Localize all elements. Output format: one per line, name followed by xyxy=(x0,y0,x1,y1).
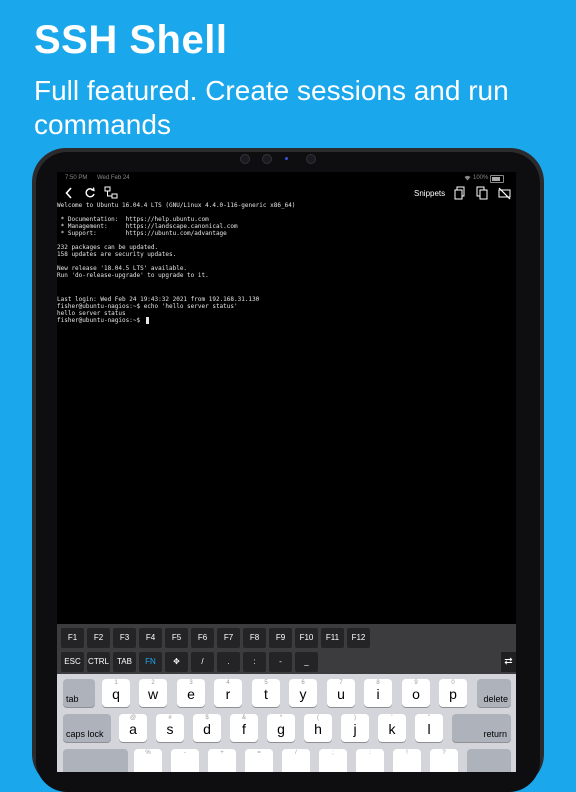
a-key[interactable]: @ a xyxy=(119,714,147,742)
camera-icon xyxy=(306,154,316,164)
terminal-line: * Management: https://landscape.canonica… xyxy=(57,223,238,230)
f10-key[interactable]: F10 xyxy=(295,628,318,648)
status-date: Wed Feb 24 xyxy=(97,175,130,181)
terminal-line: 158 updates are security updates. xyxy=(57,251,177,258)
f4-key[interactable]: F4 xyxy=(139,628,162,648)
caps-lock-key[interactable]: caps lock xyxy=(63,714,111,742)
d-key[interactable]: $ d xyxy=(193,714,221,742)
r-key[interactable]: 4r xyxy=(214,679,242,707)
terminal-line: Last login: Wed Feb 24 19:43:32 2021 fro… xyxy=(57,296,260,303)
w-key[interactable]: 2w xyxy=(139,679,167,707)
camera-icon xyxy=(240,154,250,164)
promo-subhead: Full featured. Create sessions and run c… xyxy=(34,75,509,140)
swap-keys-icon[interactable]: ⇄ xyxy=(501,652,516,672)
k-key[interactable]: ' k xyxy=(378,714,406,742)
keyboard-key[interactable]: ? xyxy=(430,749,458,772)
shift-left-key[interactable] xyxy=(63,749,128,772)
f9-key[interactable]: F9 xyxy=(269,628,292,648)
y-key[interactable]: 6y xyxy=(289,679,317,707)
terminal-line: * Support: https://ubuntu.com/advantage xyxy=(57,230,227,237)
status-time: 7:50 PM xyxy=(65,175,88,181)
j-key[interactable]: ) j xyxy=(341,714,369,742)
terminal-line: hello server status xyxy=(57,310,126,317)
terminal-line: * Documentation: https://help.ubuntu.com xyxy=(57,216,209,223)
camera-icon xyxy=(262,154,272,164)
t-key[interactable]: 5t xyxy=(252,679,280,707)
q-key[interactable]: 1q xyxy=(102,679,130,707)
terminal-output[interactable]: Welcome to Ubuntu 16.04.4 LTS (GNU/Linux… xyxy=(57,202,516,624)
terminal-cursor xyxy=(146,317,149,324)
fn-key[interactable]: FN xyxy=(139,652,162,672)
underscore-key[interactable]: _ xyxy=(295,652,318,672)
keyboard-key[interactable]: - xyxy=(171,749,199,772)
f6-key[interactable]: F6 xyxy=(191,628,214,648)
software-keyboard: tab 1q 2w 3e 4r 5t 6y 7u 8i 9o 0p delete… xyxy=(57,674,516,772)
promo-headline: SSH Shell xyxy=(34,18,228,62)
snippets-button[interactable]: Snippets xyxy=(414,189,445,198)
f8-key[interactable]: F8 xyxy=(243,628,266,648)
battery-icon xyxy=(490,175,504,183)
u-key[interactable]: 7u xyxy=(327,679,355,707)
keyboard-key[interactable]: : xyxy=(356,749,384,772)
f7-key[interactable]: F7 xyxy=(217,628,240,648)
terminal-line: Welcome to Ubuntu 16.04.4 LTS (GNU/Linux… xyxy=(57,202,296,209)
i-key[interactable]: 8i xyxy=(364,679,392,707)
battery-percent: 100% xyxy=(473,175,489,181)
tab-key[interactable]: tab xyxy=(63,679,95,707)
f2-key[interactable]: F2 xyxy=(87,628,110,648)
terminal-prompt: fisher@ubuntu-nagios:~$ xyxy=(57,317,141,324)
period-key[interactable]: . xyxy=(217,652,240,672)
o-key[interactable]: 9o xyxy=(402,679,430,707)
dash-key[interactable]: - xyxy=(269,652,292,672)
keyboard-key[interactable]: / xyxy=(282,749,310,772)
esc-key[interactable]: ESC xyxy=(61,652,84,672)
slash-key[interactable]: / xyxy=(191,652,214,672)
terminal-line: Run 'do-release-upgrade' to upgrade to i… xyxy=(57,272,209,279)
colon-key[interactable]: : xyxy=(243,652,266,672)
keyboard-key[interactable]: + xyxy=(208,749,236,772)
terminal-line: New release '18.04.5 LTS' available. xyxy=(57,265,188,272)
toolbar: Snippets xyxy=(57,184,516,204)
g-key[interactable]: * g xyxy=(267,714,295,742)
f-key[interactable]: & f xyxy=(230,714,258,742)
f11-key[interactable]: F11 xyxy=(321,628,344,648)
arrow-pad-icon[interactable]: ✥ xyxy=(165,652,188,672)
s-key[interactable]: # s xyxy=(156,714,184,742)
shift-right-key[interactable] xyxy=(467,749,511,772)
app-screen: 7:50 PM Wed Feb 24 100% Snippets Welcome… xyxy=(57,172,516,772)
keyboard-key[interactable]: ! xyxy=(393,749,421,772)
h-key[interactable]: (h xyxy=(304,714,332,742)
keyboard-key[interactable]: % xyxy=(134,749,162,772)
p-key[interactable]: 0p xyxy=(439,679,467,707)
f12-key[interactable]: F12 xyxy=(347,628,370,648)
e-key[interactable]: 3e xyxy=(177,679,205,707)
terminal-line: 232 packages can be updated. xyxy=(57,244,159,251)
sensor-dot xyxy=(285,157,288,160)
return-key[interactable]: return xyxy=(452,714,511,742)
status-bar: 7:50 PM Wed Feb 24 100% xyxy=(57,172,516,184)
keyboard-key[interactable]: ; xyxy=(319,749,347,772)
f1-key[interactable]: F1 xyxy=(61,628,84,648)
terminal-line: fisher@ubuntu-nagios:~$ echo 'hello serv… xyxy=(57,303,238,310)
wifi-icon xyxy=(464,175,471,183)
f3-key[interactable]: F3 xyxy=(113,628,136,648)
ctrl-key[interactable]: CTRL xyxy=(87,652,110,672)
keyboard-key[interactable]: = xyxy=(245,749,273,772)
delete-key[interactable]: delete xyxy=(477,679,511,707)
accessory-keybar: F1 F2 F3 F4 F5 F6 F7 F8 F9 F10 F11 F12 E… xyxy=(57,624,516,674)
f5-key[interactable]: F5 xyxy=(165,628,188,648)
l-key[interactable]: " l xyxy=(415,714,443,742)
tab-key[interactable]: TAB xyxy=(113,652,136,672)
